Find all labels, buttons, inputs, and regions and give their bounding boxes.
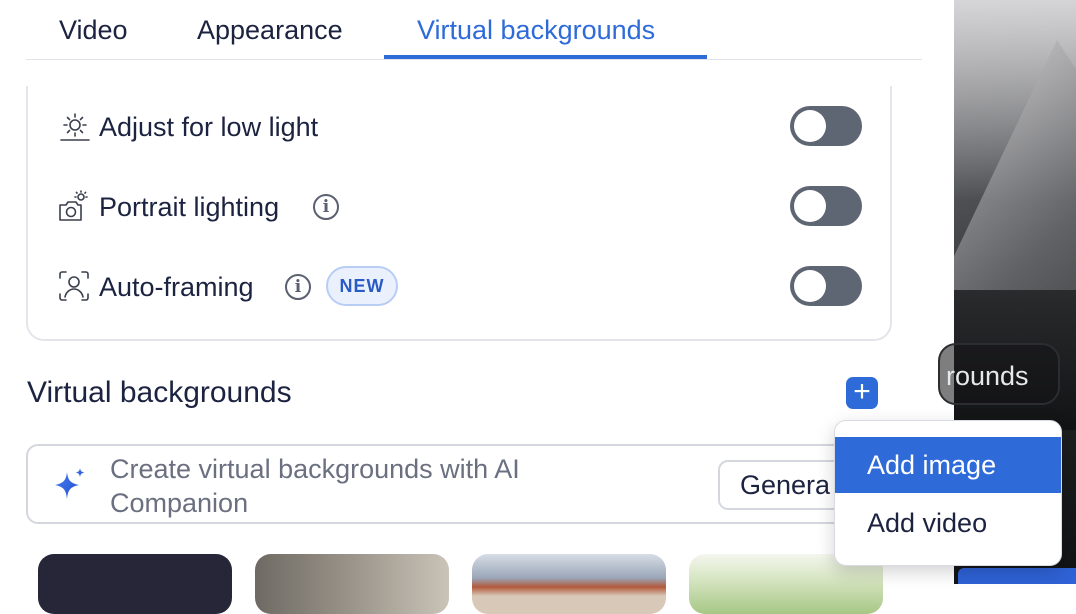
new-badge: NEW: [326, 266, 398, 306]
low-light-icon: [58, 110, 92, 144]
background-thumbnail[interactable]: [38, 554, 232, 614]
tab-virtual-backgrounds[interactable]: Virtual backgrounds: [417, 12, 655, 48]
tab-appearance[interactable]: Appearance: [197, 12, 343, 48]
auto-framing-icon: [57, 269, 91, 303]
menu-item-add-image[interactable]: Add image: [835, 437, 1061, 493]
portrait-lighting-label: Portrait lighting: [99, 192, 280, 222]
add-background-menu: Add image Add video: [834, 420, 1062, 566]
portrait-lighting-icon: [57, 190, 91, 224]
portrait-lighting-toggle[interactable]: [790, 186, 862, 226]
section-title: Virtual backgrounds: [27, 376, 292, 409]
sparkle-icon: [52, 466, 88, 502]
auto-framing-toggle[interactable]: [790, 266, 862, 306]
preview-overlay-label: rounds: [938, 343, 1060, 405]
portrait-lighting-info-icon[interactable]: i: [313, 194, 339, 220]
auto-framing-info-icon[interactable]: i: [285, 274, 311, 300]
ai-companion-text: Create virtual backgrounds with AI Compa…: [110, 454, 520, 518]
add-background-button[interactable]: +: [846, 377, 878, 409]
preview-button[interactable]: [958, 568, 1076, 584]
tabs-divider: [26, 59, 922, 60]
background-thumbnail[interactable]: [255, 554, 449, 614]
plus-icon: +: [853, 375, 871, 408]
menu-item-add-video[interactable]: Add video: [835, 495, 1061, 551]
auto-framing-label: Auto-framing: [99, 272, 254, 302]
active-tab-indicator: [384, 55, 707, 59]
tab-video[interactable]: Video: [59, 12, 128, 48]
low-light-toggle[interactable]: [790, 106, 862, 146]
background-thumbnail[interactable]: [472, 554, 666, 614]
low-light-label: Adjust for low light: [99, 112, 319, 142]
